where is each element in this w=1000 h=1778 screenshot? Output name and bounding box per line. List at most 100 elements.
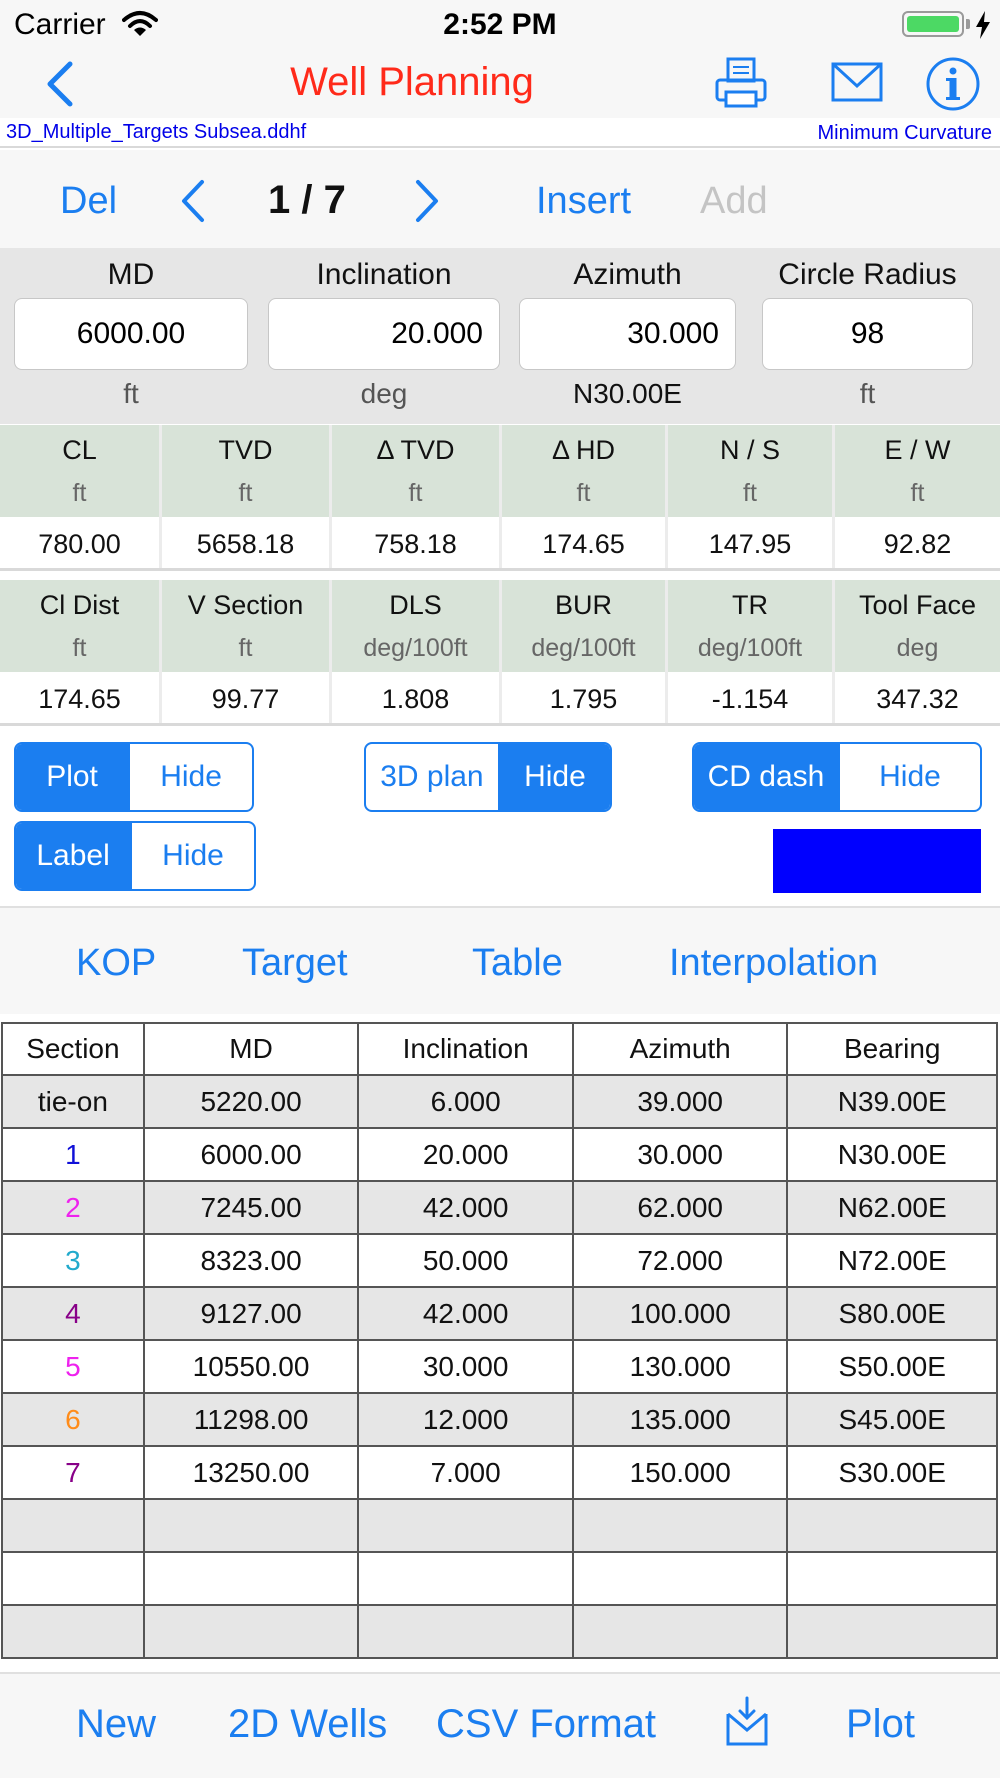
mail-icon[interactable] [830, 60, 884, 106]
file-info-row: 3D_Multiple_Targets Subsea.ddhf Minimum … [0, 118, 1000, 148]
target-link[interactable]: Target [242, 942, 348, 985]
section-cell: 4 [1, 1286, 145, 1341]
column-header: Bearing [786, 1022, 998, 1076]
inclination-cell: 42.000 [357, 1180, 574, 1235]
plot-option[interactable]: Plot [16, 744, 129, 810]
table-link[interactable]: Table [472, 942, 563, 985]
result-value-cell: 147.95 [668, 517, 835, 568]
new-button[interactable]: New [76, 1702, 156, 1747]
result-unit: ft [72, 479, 87, 507]
md-cell: 5220.00 [142, 1074, 360, 1129]
kop-link[interactable]: KOP [76, 942, 156, 985]
result-name: TR [732, 590, 768, 620]
result-name: V Section [187, 590, 304, 620]
cd-dash-hide-option[interactable]: Hide [837, 744, 980, 810]
printer-icon[interactable] [714, 56, 768, 110]
section-cell: 6 [1, 1392, 145, 1447]
column-header: Azimuth [571, 1022, 789, 1076]
next-chevron-icon[interactable] [410, 176, 444, 226]
empty-cell [786, 1551, 998, 1606]
plot-toggle: Plot Hide [14, 742, 254, 812]
line-color-swatch[interactable] [773, 829, 981, 893]
bottom-toolbar: New 2D Wells CSV Format Plot [0, 1672, 1000, 1778]
table-row[interactable]: tie-on 5220.00 6.000 39.000 N39.00E [1, 1074, 998, 1129]
table-header-row: Section MD Inclination Azimuth Bearing [1, 1022, 998, 1076]
result-header-cell: V Section ft [162, 580, 332, 672]
azimuth-label: Azimuth [573, 258, 682, 291]
table-row[interactable]: 5 10550.00 30.000 130.000 S50.00E [1, 1339, 998, 1394]
previous-chevron-icon[interactable] [176, 176, 210, 226]
table-row[interactable]: 7 13250.00 7.000 150.000 S30.00E [1, 1445, 998, 1500]
inclination-cell: 12.000 [357, 1392, 574, 1447]
result-value-cell: 347.32 [835, 672, 1000, 723]
empty-cell [786, 1604, 998, 1659]
md-cell: 10550.00 [142, 1339, 360, 1394]
azimuth-cell: 30.000 [571, 1127, 789, 1182]
azimuth-cell: 39.000 [571, 1074, 789, 1129]
info-icon[interactable] [925, 56, 981, 112]
empty-table-row[interactable] [1, 1604, 998, 1659]
battery-tip [966, 19, 970, 29]
azimuth-field[interactable]: 30.000 [519, 298, 736, 370]
result-value-cell: 92.82 [835, 517, 1000, 568]
empty-cell [571, 1551, 789, 1606]
label-hide-option[interactable]: Hide [130, 823, 254, 889]
result-name: CL [62, 435, 97, 465]
result-value: 1.795 [549, 684, 618, 714]
3d-plan-option[interactable]: 3D plan [366, 744, 498, 810]
result-unit: ft [576, 479, 591, 507]
csv-format-button[interactable]: CSV Format [436, 1702, 656, 1747]
result-unit: deg/100ft [697, 634, 803, 662]
result-unit: deg/100ft [363, 634, 468, 662]
sections-table: Section MD Inclination Azimuth Bearing t… [1, 1022, 998, 1659]
2d-wells-button[interactable]: 2D Wells [228, 1702, 387, 1747]
battery-icon [902, 11, 964, 37]
interpolation-link[interactable]: Interpolation [669, 942, 878, 985]
export-tray-icon[interactable] [722, 1696, 772, 1748]
result-header-cell: Δ TVD ft [332, 425, 502, 517]
inclination-field[interactable]: 20.000 [268, 298, 500, 370]
result-value-cell: 5658.18 [162, 517, 332, 568]
section-links: KOP Target Table Interpolation [0, 906, 1000, 1014]
result-unit: deg [896, 634, 939, 662]
table-row[interactable]: 2 7245.00 42.000 62.000 N62.00E [1, 1180, 998, 1235]
md-cell: 13250.00 [142, 1445, 360, 1500]
azimuth-cell: 130.000 [571, 1339, 789, 1394]
table-row[interactable]: 4 9127.00 42.000 100.000 S80.00E [1, 1286, 998, 1341]
md-cell: 11298.00 [142, 1392, 360, 1447]
result-value: 99.77 [211, 684, 280, 714]
result-name: Δ HD [551, 435, 616, 465]
md-cell: 6000.00 [142, 1127, 360, 1182]
result-unit: ft [910, 479, 925, 507]
table-row[interactable]: 1 6000.00 20.000 30.000 N30.00E [1, 1127, 998, 1182]
result-name: Cl Dist [39, 590, 120, 620]
results-header-row-1: CL ft TVD ft Δ TVD ft Δ HD ft N / S ft E / W f… [0, 425, 1000, 517]
empty-cell [1, 1604, 145, 1659]
result-header-cell: N / S ft [668, 425, 835, 517]
label-option[interactable]: Label [16, 823, 131, 889]
plot-hide-option[interactable]: Hide [128, 744, 252, 810]
station-input-area: MD 6000.00 ft Inclination 20.000 deg Azi… [0, 248, 1000, 424]
result-header-cell: TVD ft [162, 425, 332, 517]
azimuth-cell: 72.000 [571, 1233, 789, 1288]
bearing-cell: S30.00E [786, 1445, 998, 1500]
table-row[interactable]: 3 8323.00 50.000 72.000 N72.00E [1, 1233, 998, 1288]
cd-dash-option[interactable]: CD dash [694, 744, 838, 810]
results-header-row-2: Cl Dist ft V Section ft DLS deg/100ft BUR de… [0, 580, 1000, 672]
result-value: 347.32 [876, 684, 959, 714]
delete-button[interactable]: Del [60, 180, 117, 223]
md-field[interactable]: 6000.00 [14, 298, 248, 370]
3d-plan-hide-option[interactable]: Hide [497, 744, 610, 810]
azimuth-cell: 150.000 [571, 1445, 789, 1500]
insert-button[interactable]: Insert [536, 180, 631, 223]
plot-button[interactable]: Plot [846, 1702, 915, 1747]
column-header: Section [1, 1022, 145, 1076]
table-row[interactable]: 6 11298.00 12.000 135.000 S45.00E [1, 1392, 998, 1447]
empty-table-row[interactable] [1, 1498, 998, 1553]
circle-radius-field[interactable]: 98 [762, 298, 973, 370]
status-time: 2:52 PM [443, 8, 557, 41]
empty-table-row[interactable] [1, 1551, 998, 1606]
empty-cell [1, 1498, 145, 1553]
bearing-cell: N30.00E [786, 1127, 998, 1182]
add-button[interactable]: Add [700, 180, 768, 223]
